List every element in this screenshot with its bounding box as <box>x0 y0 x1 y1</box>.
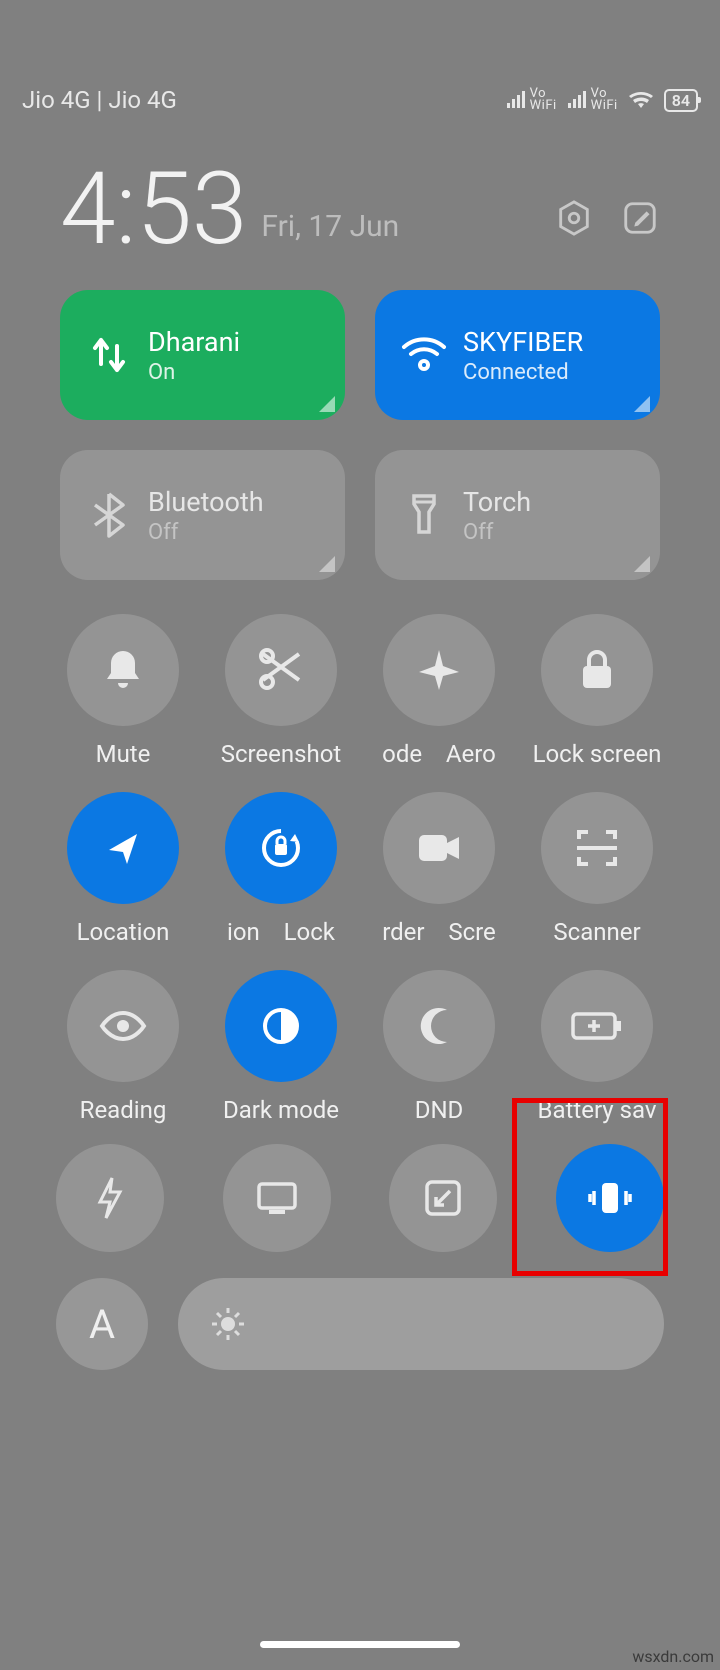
battery-indicator: 84 <box>664 89 698 112</box>
watermark: wsxdn.com <box>632 1647 714 1666</box>
settings-button[interactable] <box>554 198 594 238</box>
video-icon <box>415 831 463 865</box>
scanner-label: Scanner <box>553 918 640 946</box>
boost-toggle[interactable] <box>56 1144 164 1252</box>
torch-tile[interactable]: Torch Off <box>375 450 660 580</box>
screenshot-toggle[interactable]: Screenshot <box>202 614 360 768</box>
lock-label: Lock screen <box>533 740 662 768</box>
torch-tile-title: Torch <box>463 486 531 518</box>
floating-window-toggle[interactable] <box>389 1144 497 1252</box>
wifi-tile-title: SKYFIBER <box>463 326 583 358</box>
reading-label: Reading <box>80 1096 167 1124</box>
wifi-icon <box>401 337 447 373</box>
bell-icon <box>101 647 145 693</box>
clock-row: 4:53 Fri, 17 Jun <box>0 170 720 250</box>
vibrate-toggle[interactable] <box>556 1144 664 1252</box>
screen-icon <box>255 1180 299 1216</box>
airplane-toggle[interactable]: ode Aero <box>360 614 518 768</box>
edit-icon <box>621 199 659 237</box>
edit-button[interactable] <box>620 198 660 238</box>
torch-icon <box>409 492 439 538</box>
torch-tile-sub: Off <box>463 520 531 545</box>
battery-saver-label: Battery sav <box>538 1096 657 1124</box>
rotation-label: ion Lock <box>227 918 335 946</box>
airplane-label: ode Aero <box>382 740 496 768</box>
bt-tile-title: Bluetooth <box>148 486 264 518</box>
status-bar: Jio 4G | Jio 4G Vo WiFi Vo WiFi 84 <box>0 70 720 130</box>
contrast-icon <box>260 1005 302 1047</box>
location-toggle[interactable]: Location <box>44 792 202 946</box>
rotation-lock-toggle[interactable]: ion Lock <box>202 792 360 946</box>
moon-icon <box>419 1006 459 1046</box>
scanner-toggle[interactable]: Scanner <box>518 792 676 946</box>
screenshot-label: Screenshot <box>221 740 342 768</box>
lock-icon <box>578 648 616 692</box>
darkmode-label: Dark mode <box>223 1096 339 1124</box>
gear-icon <box>555 199 593 237</box>
location-arrow-icon <box>103 828 143 868</box>
time-display: 4:53 <box>60 170 247 250</box>
status-indicators: Vo WiFi Vo WiFi 84 <box>506 88 698 111</box>
sun-icon <box>210 1306 246 1342</box>
brightness-row: A <box>0 1278 720 1370</box>
mobile-data-tile[interactable]: Dharani On <box>60 290 345 420</box>
battery-plus-icon <box>570 1010 624 1042</box>
record-label: rder Scre <box>382 918 496 946</box>
date-display: Fri, 17 Jun <box>261 209 399 250</box>
airplane-icon <box>415 646 463 694</box>
data-tile-sub: On <box>148 360 240 385</box>
signal-icon <box>506 90 528 110</box>
wifi-tile[interactable]: SKYFIBER Connected <box>375 290 660 420</box>
wifi-icon <box>628 90 654 110</box>
bolt-icon <box>94 1176 126 1220</box>
scan-icon <box>574 825 620 871</box>
reading-toggle[interactable]: Reading <box>44 970 202 1124</box>
screen-record-toggle[interactable]: rder Scre <box>360 792 518 946</box>
vibrate-icon <box>585 1179 635 1217</box>
data-tile-title: Dharani <box>148 326 240 358</box>
carrier-label: Jio 4G | Jio 4G <box>22 86 177 114</box>
auto-brightness-button[interactable]: A <box>56 1278 148 1370</box>
cast-toggle[interactable] <box>223 1144 331 1252</box>
extra-toggle-row <box>0 1144 720 1252</box>
mute-toggle[interactable]: Mute <box>44 614 202 768</box>
signal-icon-2 <box>567 90 589 110</box>
bluetooth-icon <box>92 492 126 538</box>
home-indicator[interactable] <box>260 1641 460 1648</box>
vowifi-label-1: Vo WiFi <box>530 88 557 111</box>
toggle-grid: Mute Screenshot ode Aero Lock screen Loc… <box>0 614 720 1124</box>
data-arrows-icon <box>89 332 129 378</box>
dnd-toggle[interactable]: DND <box>360 970 518 1124</box>
dark-mode-toggle[interactable]: Dark mode <box>202 970 360 1124</box>
brightness-slider[interactable] <box>178 1278 664 1370</box>
mute-label: Mute <box>96 740 151 768</box>
big-tile-grid: Dharani On SKYFIBER Connected Bluetooth … <box>0 290 720 580</box>
pip-icon <box>422 1177 464 1219</box>
bluetooth-tile[interactable]: Bluetooth Off <box>60 450 345 580</box>
vowifi-label-2: Vo WiFi <box>591 88 618 111</box>
scissors-icon <box>257 648 305 692</box>
lock-toggle[interactable]: Lock screen <box>518 614 676 768</box>
wifi-tile-sub: Connected <box>463 360 583 385</box>
battery-saver-toggle[interactable]: Battery sav <box>518 970 676 1124</box>
location-label: Location <box>77 918 170 946</box>
bt-tile-sub: Off <box>148 520 264 545</box>
rotation-lock-icon <box>257 824 305 872</box>
dnd-label: DND <box>415 1096 464 1124</box>
eye-icon <box>98 1009 148 1043</box>
